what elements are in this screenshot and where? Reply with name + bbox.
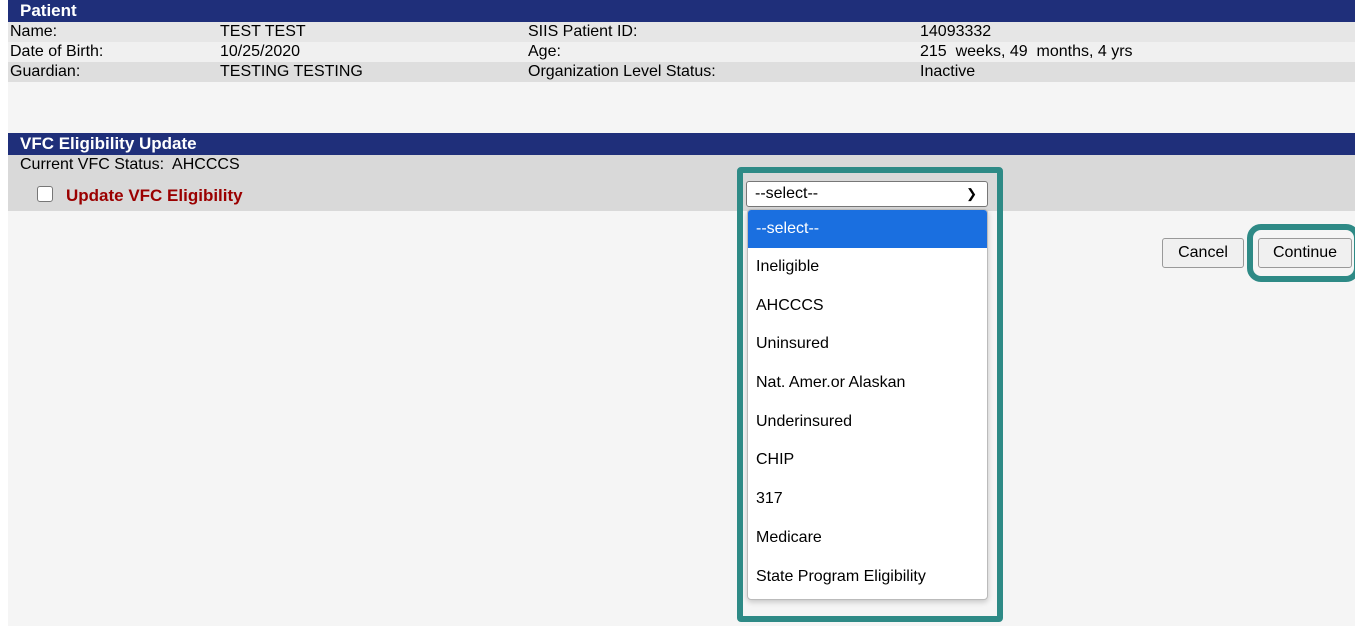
update-vfc-label: Update VFC Eligibility [66, 186, 243, 205]
name-value: TEST TEST [220, 23, 306, 40]
siis-id-value: 14093332 [920, 23, 992, 40]
org-status-label: Organization Level Status: [528, 63, 716, 80]
org-status-value: Inactive [920, 63, 976, 80]
patient-row-guardian: Guardian: TESTING TESTING Organization L… [8, 62, 1355, 82]
age-value: 215 weeks, 49 months, 4 yrs [920, 43, 1133, 60]
guardian-value: TESTING TESTING [220, 63, 363, 80]
age-label: Age: [528, 43, 561, 60]
dob-label: Date of Birth: [10, 43, 104, 60]
patient-row-name: Name: TEST TEST SIIS Patient ID: 1409333… [8, 22, 1355, 42]
page-background [8, 0, 1355, 626]
vfc-update-row: Update VFC Eligibility [8, 175, 1355, 211]
patient-row-dob: Date of Birth: 10/25/2020 Age: 215 weeks… [8, 42, 1355, 62]
vfc-section-header: VFC Eligibility Update [8, 133, 1355, 155]
name-label: Name: [10, 23, 58, 40]
continue-highlight-box [1247, 224, 1355, 282]
siis-id-label: SIIS Patient ID: [528, 23, 638, 40]
dropdown-highlight-box [737, 167, 1003, 622]
patient-section-header: Patient [8, 0, 1355, 22]
cancel-button[interactable]: Cancel [1162, 238, 1244, 268]
patient-info-table: Name: TEST TEST SIIS Patient ID: 1409333… [8, 22, 1355, 82]
guardian-label: Guardian: [10, 63, 81, 80]
current-vfc-status: Current VFC Status: AHCCCS [8, 155, 1355, 175]
update-vfc-checkbox[interactable] [37, 186, 53, 202]
dob-value: 10/25/2020 [220, 43, 301, 60]
